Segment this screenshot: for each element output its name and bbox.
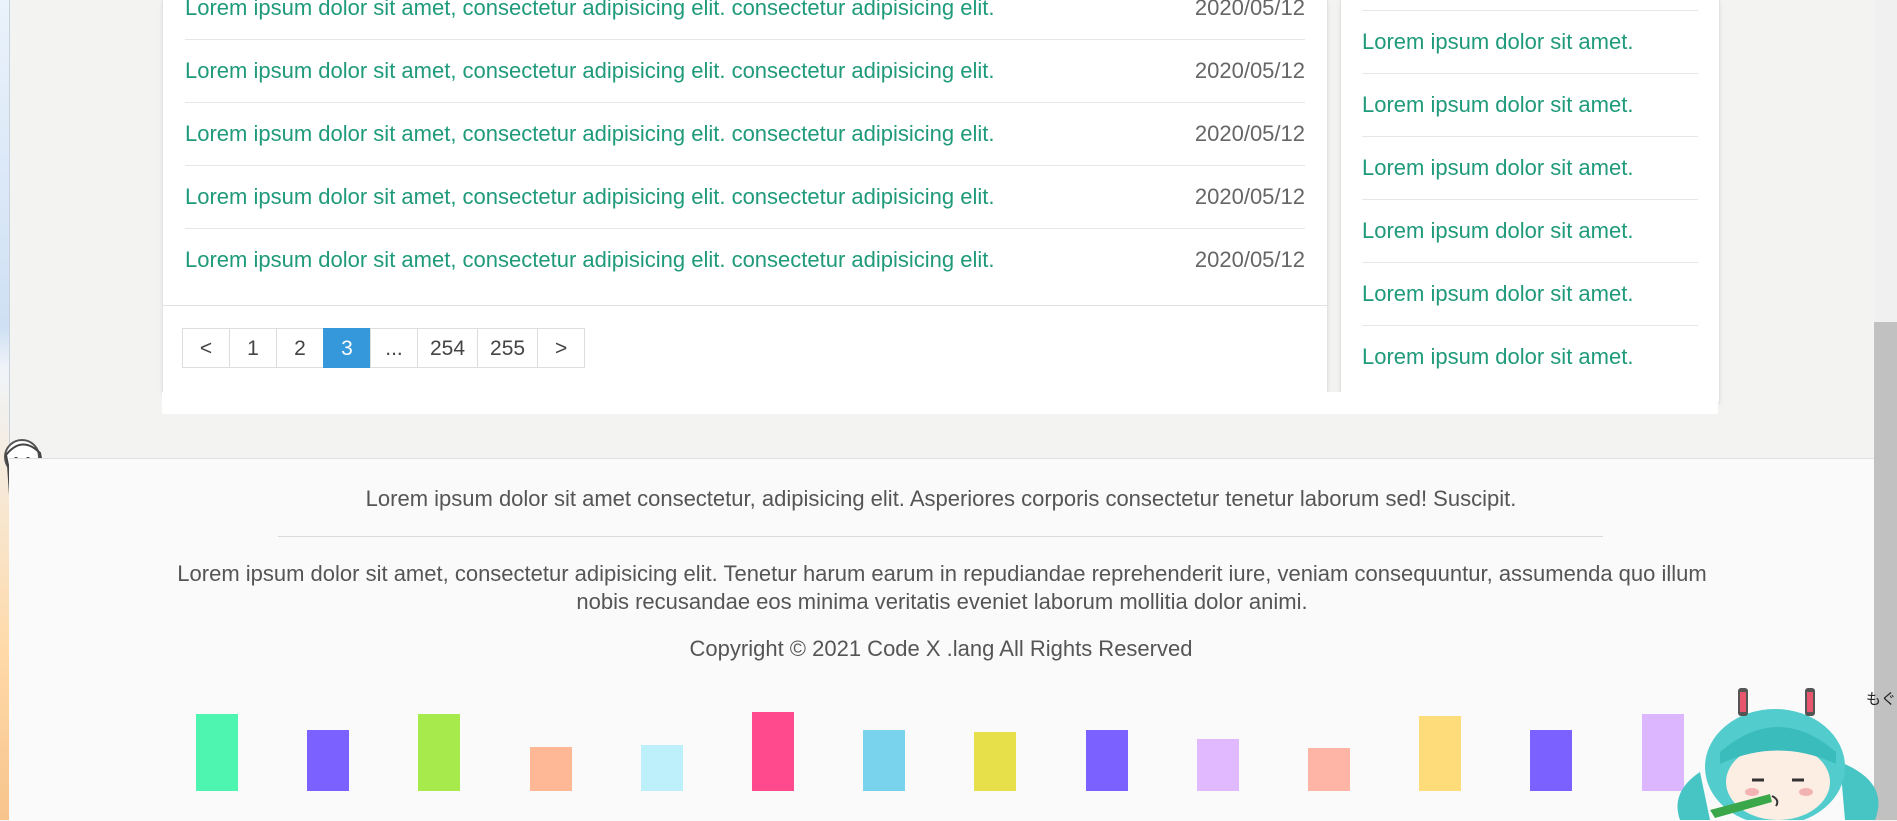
decorative-bar (1419, 716, 1462, 791)
miku-mascot-icon: もぐ (1677, 688, 1896, 820)
decorative-bar (196, 714, 238, 791)
mascot-caption: もぐ (1866, 690, 1896, 708)
decorative-bars (0, 0, 1897, 820)
decorative-bar (529, 747, 572, 791)
decorative-bar (863, 730, 906, 791)
decorative-bar (418, 714, 461, 791)
decorative-bar (1308, 748, 1350, 791)
decorative-bar (1085, 730, 1128, 791)
decorative-bar (307, 730, 350, 791)
decorative-bar (974, 732, 1017, 791)
decorative-bar (1196, 739, 1239, 791)
decorative-bar (1530, 730, 1573, 791)
decorative-bar (640, 745, 683, 791)
decorative-bar (752, 712, 794, 791)
